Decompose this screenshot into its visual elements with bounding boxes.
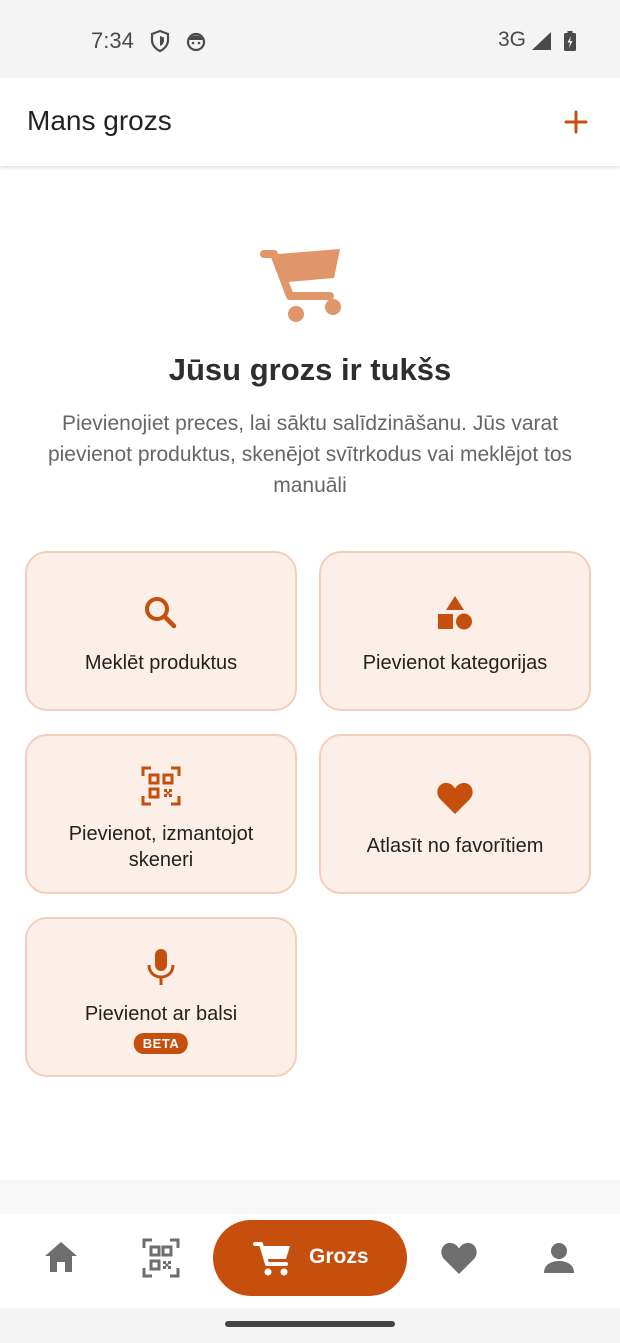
cart-icon: [253, 1242, 290, 1276]
content-divider: [0, 1180, 620, 1214]
heart-icon: [437, 782, 473, 814]
app-bar: Mans grozs: [0, 78, 620, 166]
signal-icon: [532, 32, 551, 50]
status-time: 7:34: [91, 28, 134, 53]
shapes-icon: [438, 596, 472, 630]
scan-barcode-button[interactable]: Pievienot, izmantojot skeneri: [25, 734, 297, 894]
select-favorites-button[interactable]: Atlasīt no favorītiem: [319, 734, 591, 894]
search-products-label: Meklēt produktus: [84, 652, 238, 674]
nav-cart-label: Grozs: [309, 1245, 369, 1268]
empty-cart-title: Jūsu grozs ir tukšs: [168, 352, 452, 387]
mic-icon: [147, 949, 175, 985]
shield-icon: [150, 29, 170, 53]
empty-cart-description: Pievienojiet preces, lai sāktu salīdzinā…: [47, 412, 573, 497]
select-favorites-label: Atlasīt no favorītiem: [366, 835, 544, 857]
home-icon[interactable]: [41, 1236, 81, 1280]
face-icon: [186, 32, 206, 52]
search-icon: [145, 597, 177, 629]
nav-cart-tab[interactable]: Grozs: [213, 1220, 407, 1296]
battery-icon: [564, 31, 576, 51]
gesture-area: [0, 1308, 620, 1343]
heart-icon[interactable]: [439, 1236, 479, 1280]
qr-icon: [141, 766, 181, 806]
scan-barcode-label: Pievienot, izmantojot skeneri: [68, 823, 254, 871]
status-bar: 7:34 3G: [0, 0, 620, 78]
person-icon[interactable]: [539, 1236, 579, 1280]
search-products-button[interactable]: Meklēt produktus: [25, 551, 297, 711]
voice-add-button[interactable]: Pievienot ar balsi BETA: [25, 917, 297, 1077]
add-categories-label: Pievienot kategorijas: [362, 652, 548, 674]
gesture-handle[interactable]: [225, 1321, 395, 1327]
plus-icon[interactable]: [558, 102, 594, 142]
cart-icon: [260, 249, 341, 322]
add-categories-button[interactable]: Pievienot kategorijas: [319, 551, 591, 711]
page-title: Mans grozs: [27, 105, 172, 136]
beta-badge: BETA: [133, 1033, 189, 1054]
qr-icon[interactable]: [141, 1236, 181, 1280]
network-type: 3G: [498, 28, 527, 51]
bottom-navigation: Grozs: [0, 1214, 620, 1308]
voice-add-label: Pievienot ar balsi: [84, 1003, 238, 1025]
